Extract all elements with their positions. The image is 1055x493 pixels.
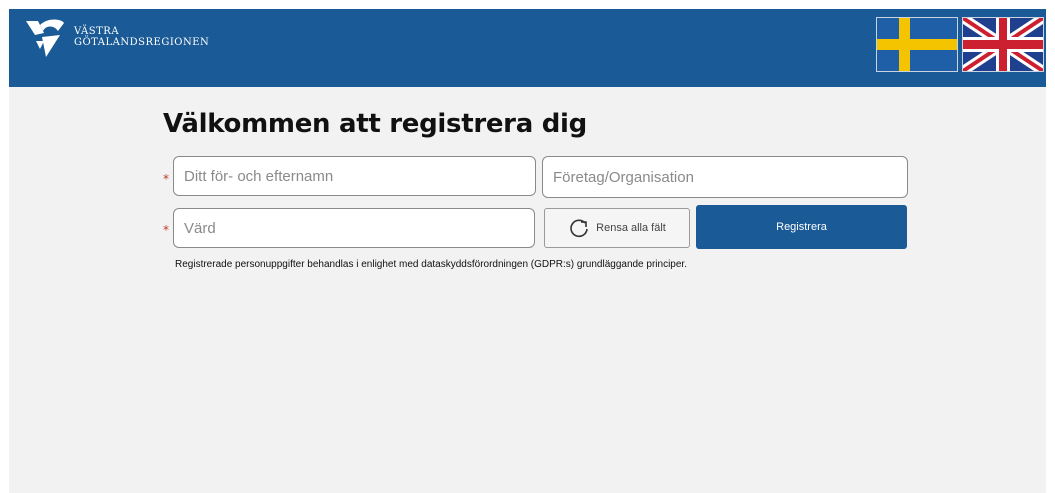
page: VÄSTRA GÖTALANDSREGIONEN Välkommen att r… xyxy=(9,9,1046,493)
clear-all-label: Rensa alla fält xyxy=(596,222,666,234)
company-input[interactable] xyxy=(542,156,908,198)
page-title: Välkommen att registrera dig xyxy=(163,109,587,139)
register-button[interactable]: Registrera xyxy=(696,205,907,249)
clear-all-button[interactable]: Rensa alla fält xyxy=(544,208,690,248)
logo-line-1: VÄSTRA xyxy=(74,26,120,37)
host-input[interactable] xyxy=(173,208,535,248)
name-input[interactable] xyxy=(173,156,536,196)
swedish-flag-icon[interactable] xyxy=(876,17,958,72)
vgr-logo-icon xyxy=(26,19,64,57)
gdpr-notice: Registrerade personuppgifter behandlas i… xyxy=(175,259,687,270)
required-marker-name: * xyxy=(163,172,169,186)
header-bar: VÄSTRA GÖTALANDSREGIONEN xyxy=(9,9,1046,87)
logo-line-2: GÖTALANDSREGIONEN xyxy=(74,37,210,48)
vgr-logo[interactable]: VÄSTRA GÖTALANDSREGIONEN xyxy=(24,17,244,67)
logo-wordmark: VÄSTRA GÖTALANDSREGIONEN xyxy=(74,26,209,48)
required-marker-host: * xyxy=(163,223,169,237)
refresh-icon xyxy=(570,219,588,238)
uk-flag-icon[interactable] xyxy=(960,13,1046,76)
register-label: Registrera xyxy=(776,221,827,233)
